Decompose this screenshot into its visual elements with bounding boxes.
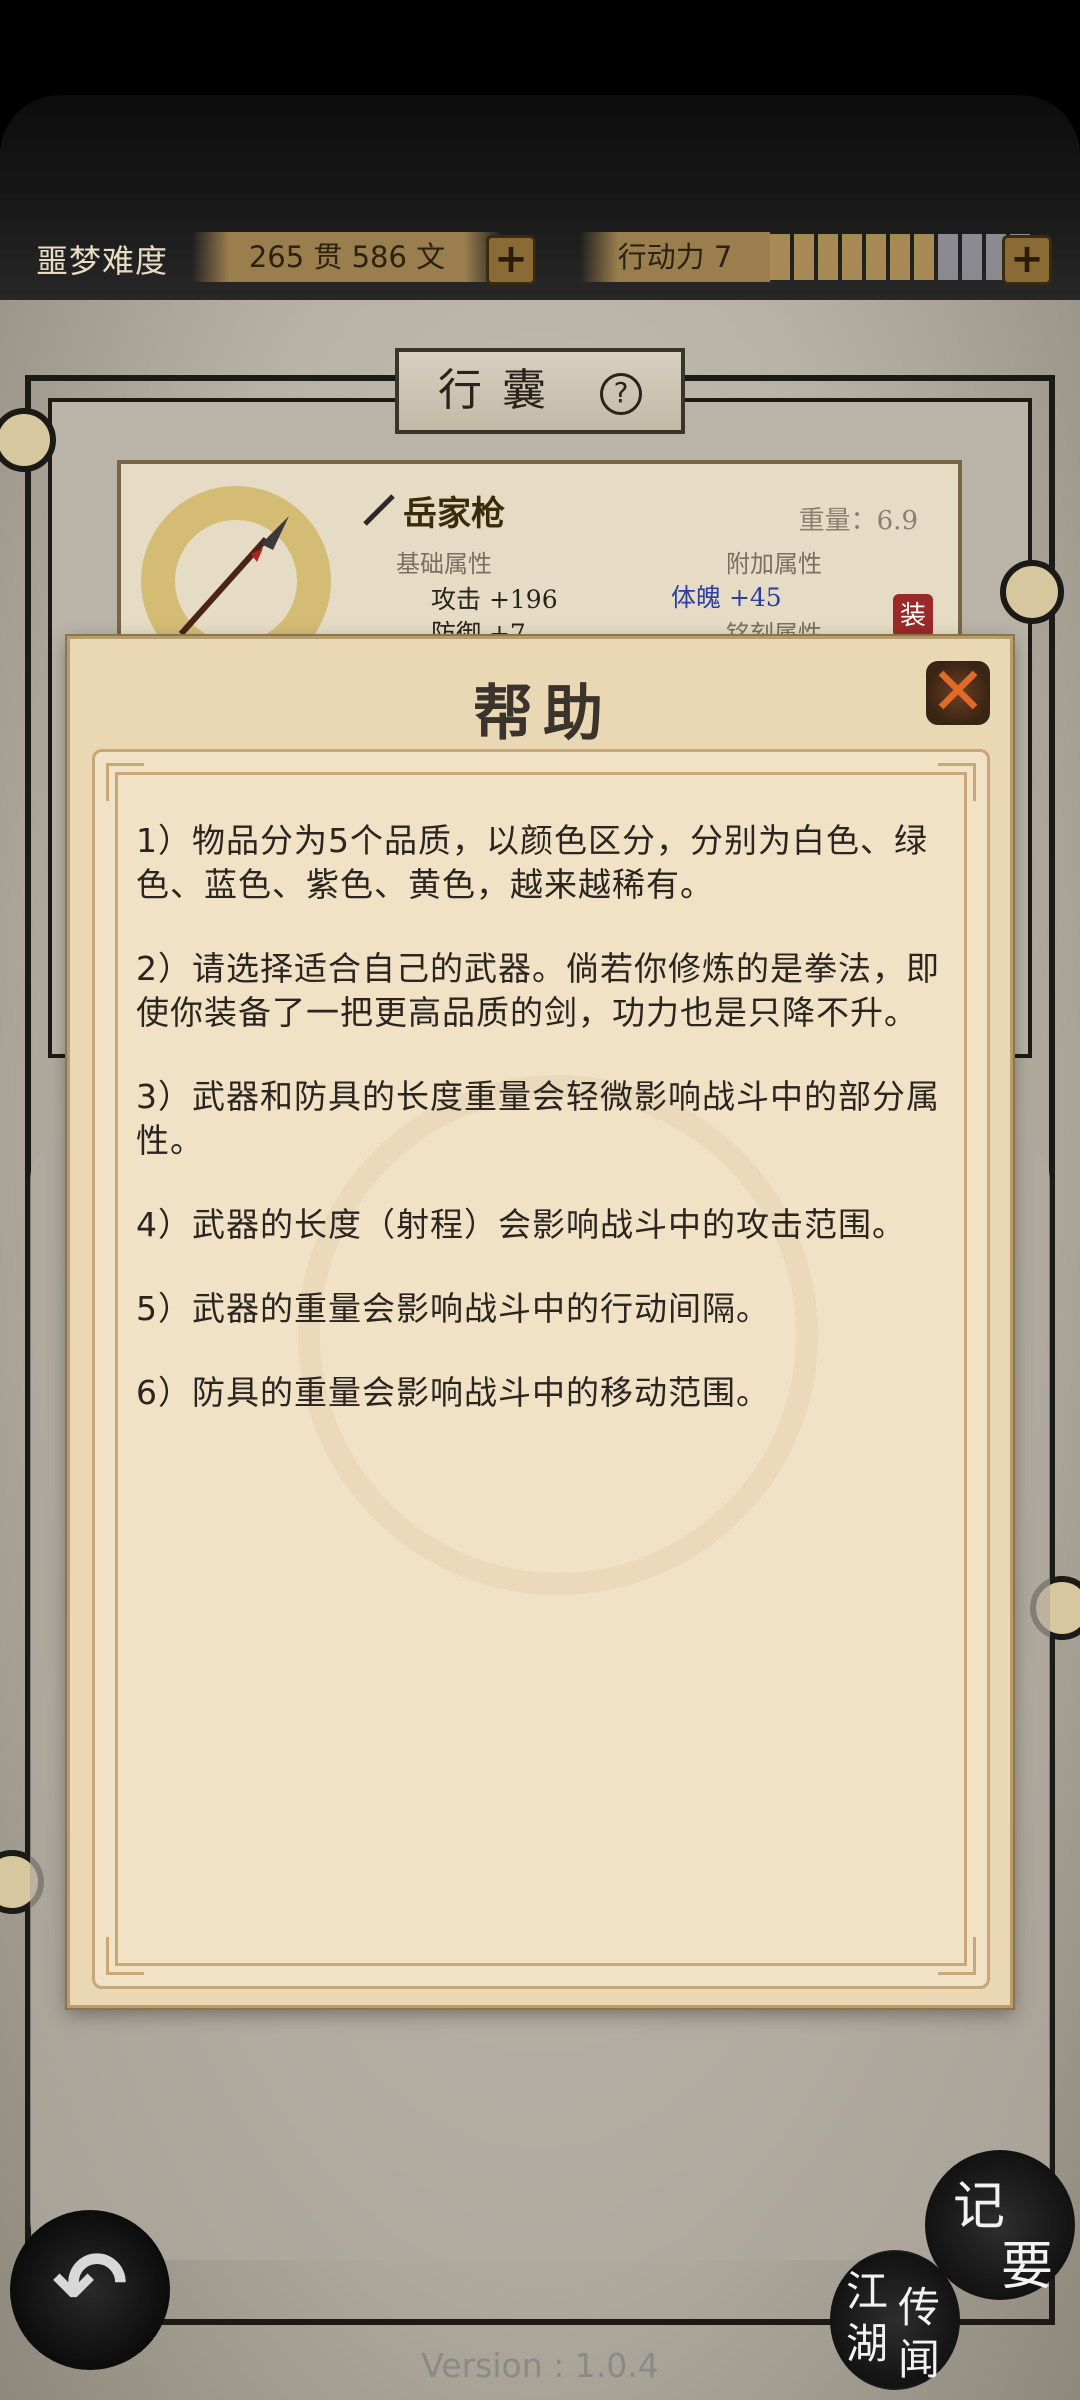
close-button[interactable]: ✕ xyxy=(926,659,990,725)
corner-ornament xyxy=(938,1937,976,1975)
action-point-segment xyxy=(914,234,934,280)
help-list: 1）物品分为5个品质，以颜色区分，分别为白色、绿色、蓝色、紫色、黄色，越来越稀有… xyxy=(136,819,956,1455)
item-weight: 重量：6.9 xyxy=(798,506,918,536)
bag-title: 行囊 ? xyxy=(395,348,685,434)
action-point-segment xyxy=(770,234,790,280)
bonus-value: 体魄 +45 xyxy=(671,583,782,612)
action-points-bar xyxy=(770,234,1030,280)
help-title: 帮助 xyxy=(473,679,613,749)
action-point-segment xyxy=(866,234,886,280)
notes-char-2: 要 xyxy=(1001,2237,1054,2297)
add-action-points-button[interactable]: + xyxy=(1002,235,1052,285)
item-name: 岳家枪 xyxy=(403,494,505,534)
equip-badge[interactable]: 装 xyxy=(893,594,933,636)
difficulty-label: 噩梦难度 xyxy=(36,242,169,280)
corner-ornament xyxy=(106,1937,144,1975)
status-bar: 噩梦难度 265 贯 586 文 + 行动力 7 + xyxy=(0,228,1080,288)
version-label: Version : 1.0.4 xyxy=(421,2346,659,2385)
help-item: 2）请选择适合自己的武器。倘若你修炼的是拳法，即使你装备了一把更高品质的剑，功力… xyxy=(136,949,940,1032)
action-points-label: 行动力 7 xyxy=(580,232,770,282)
add-money-button[interactable]: + xyxy=(486,235,536,285)
bag-title-text: 行囊 xyxy=(438,365,566,416)
help-question-icon[interactable]: ? xyxy=(600,372,642,415)
action-point-segment xyxy=(842,234,862,280)
notes-char-1: 记 xyxy=(953,2177,1006,2237)
spear-icon xyxy=(178,516,289,636)
corner-ornament xyxy=(938,763,976,801)
action-point-segment xyxy=(890,234,910,280)
action-point-segment xyxy=(818,234,838,280)
notes-button[interactable]: 记 要 xyxy=(925,2150,1075,2300)
help-item: 5）武器的重量会影响战斗中的行动间隔。 xyxy=(136,1289,770,1328)
money-display: 265 贯 586 文 xyxy=(192,232,502,282)
base-attr-label: 基础属性 xyxy=(396,550,492,578)
action-point-segment xyxy=(962,234,982,280)
item-card[interactable]: 岳家枪 重量：6.9 基础属性 附加属性 攻击 +196 体魄 +45 防御 +… xyxy=(117,460,962,640)
help-item: 1）物品分为5个品质，以颜色区分，分别为白色、绿色、蓝色、紫色、黄色，越来越稀有… xyxy=(136,821,928,904)
cloud-ornament-right xyxy=(1000,560,1064,624)
extra-attr-label: 附加属性 xyxy=(726,550,822,578)
help-item: 6）防具的重量会影响战斗中的移动范围。 xyxy=(136,1373,770,1412)
weapon-type-icon xyxy=(363,494,395,526)
attack-value: 攻击 +196 xyxy=(431,585,558,614)
corner-ornament xyxy=(106,763,144,801)
action-point-segment xyxy=(938,234,958,280)
help-item: 3）武器和防具的长度重量会轻微影响战斗中的部分属性。 xyxy=(136,1077,940,1160)
action-point-segment xyxy=(794,234,814,280)
help-dialog: 帮助 ✕ 1）物品分为5个品质，以颜色区分，分别为白色、绿色、蓝色、紫色、黄色，… xyxy=(67,636,1013,2008)
help-item: 4）武器的长度（射程）会影响战斗中的攻击范围。 xyxy=(136,1205,906,1244)
